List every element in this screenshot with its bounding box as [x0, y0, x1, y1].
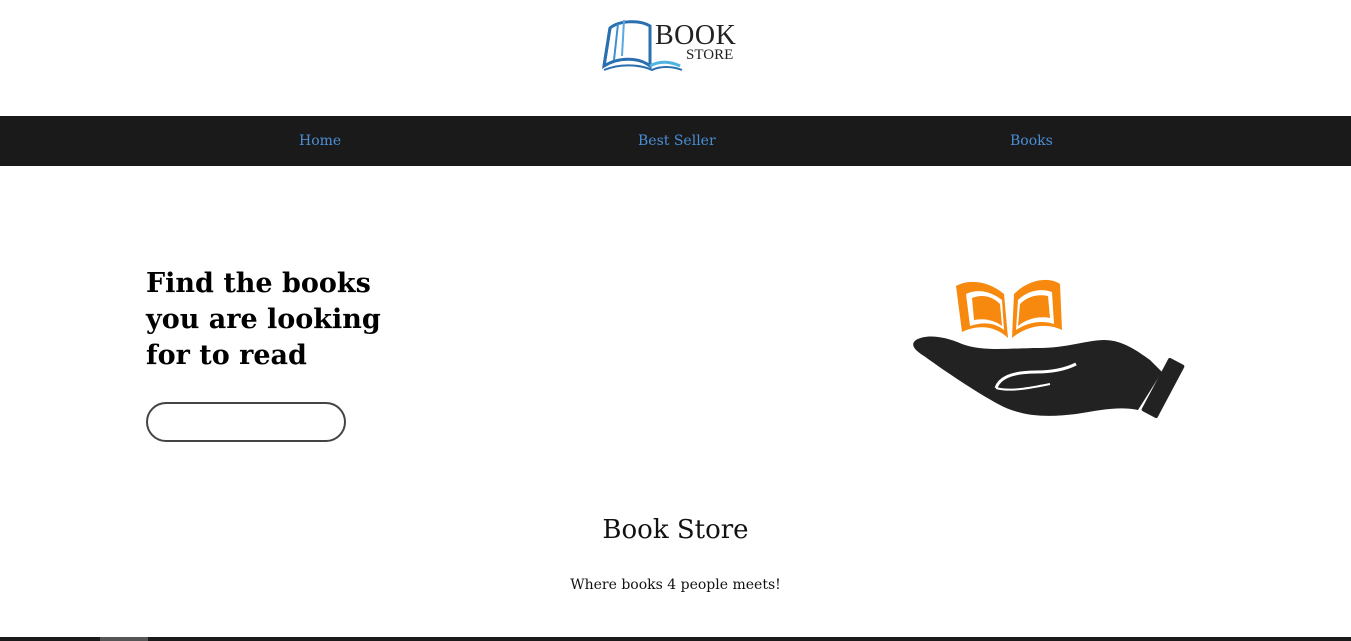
nav-books-link[interactable]: Books [1010, 116, 1053, 166]
hero-cta-button[interactable] [146, 402, 346, 442]
bottom-bar [0, 637, 1351, 641]
bottom-bar-accent [100, 637, 148, 641]
hand-icon [913, 336, 1185, 419]
logo-word: BOOK [655, 20, 737, 51]
nav-home-link[interactable]: Home [299, 116, 341, 166]
footer-tagline: Where books 4 people meets! [570, 577, 781, 593]
open-book-orange-icon [956, 279, 1062, 338]
main-nav: Home Best Seller Books [0, 116, 1351, 166]
hand-holding-book-icon [900, 268, 1210, 433]
logo-subword: STORE [686, 47, 734, 63]
site-logo[interactable]: BOOK STORE [600, 12, 750, 76]
footer-title: Book Store [602, 515, 749, 545]
page: BOOK STORE Home Best Seller Books Find t… [0, 0, 1351, 641]
hero-title: Find the books you are looking for to re… [146, 268, 381, 371]
nav-best-seller-link[interactable]: Best Seller [638, 116, 716, 166]
